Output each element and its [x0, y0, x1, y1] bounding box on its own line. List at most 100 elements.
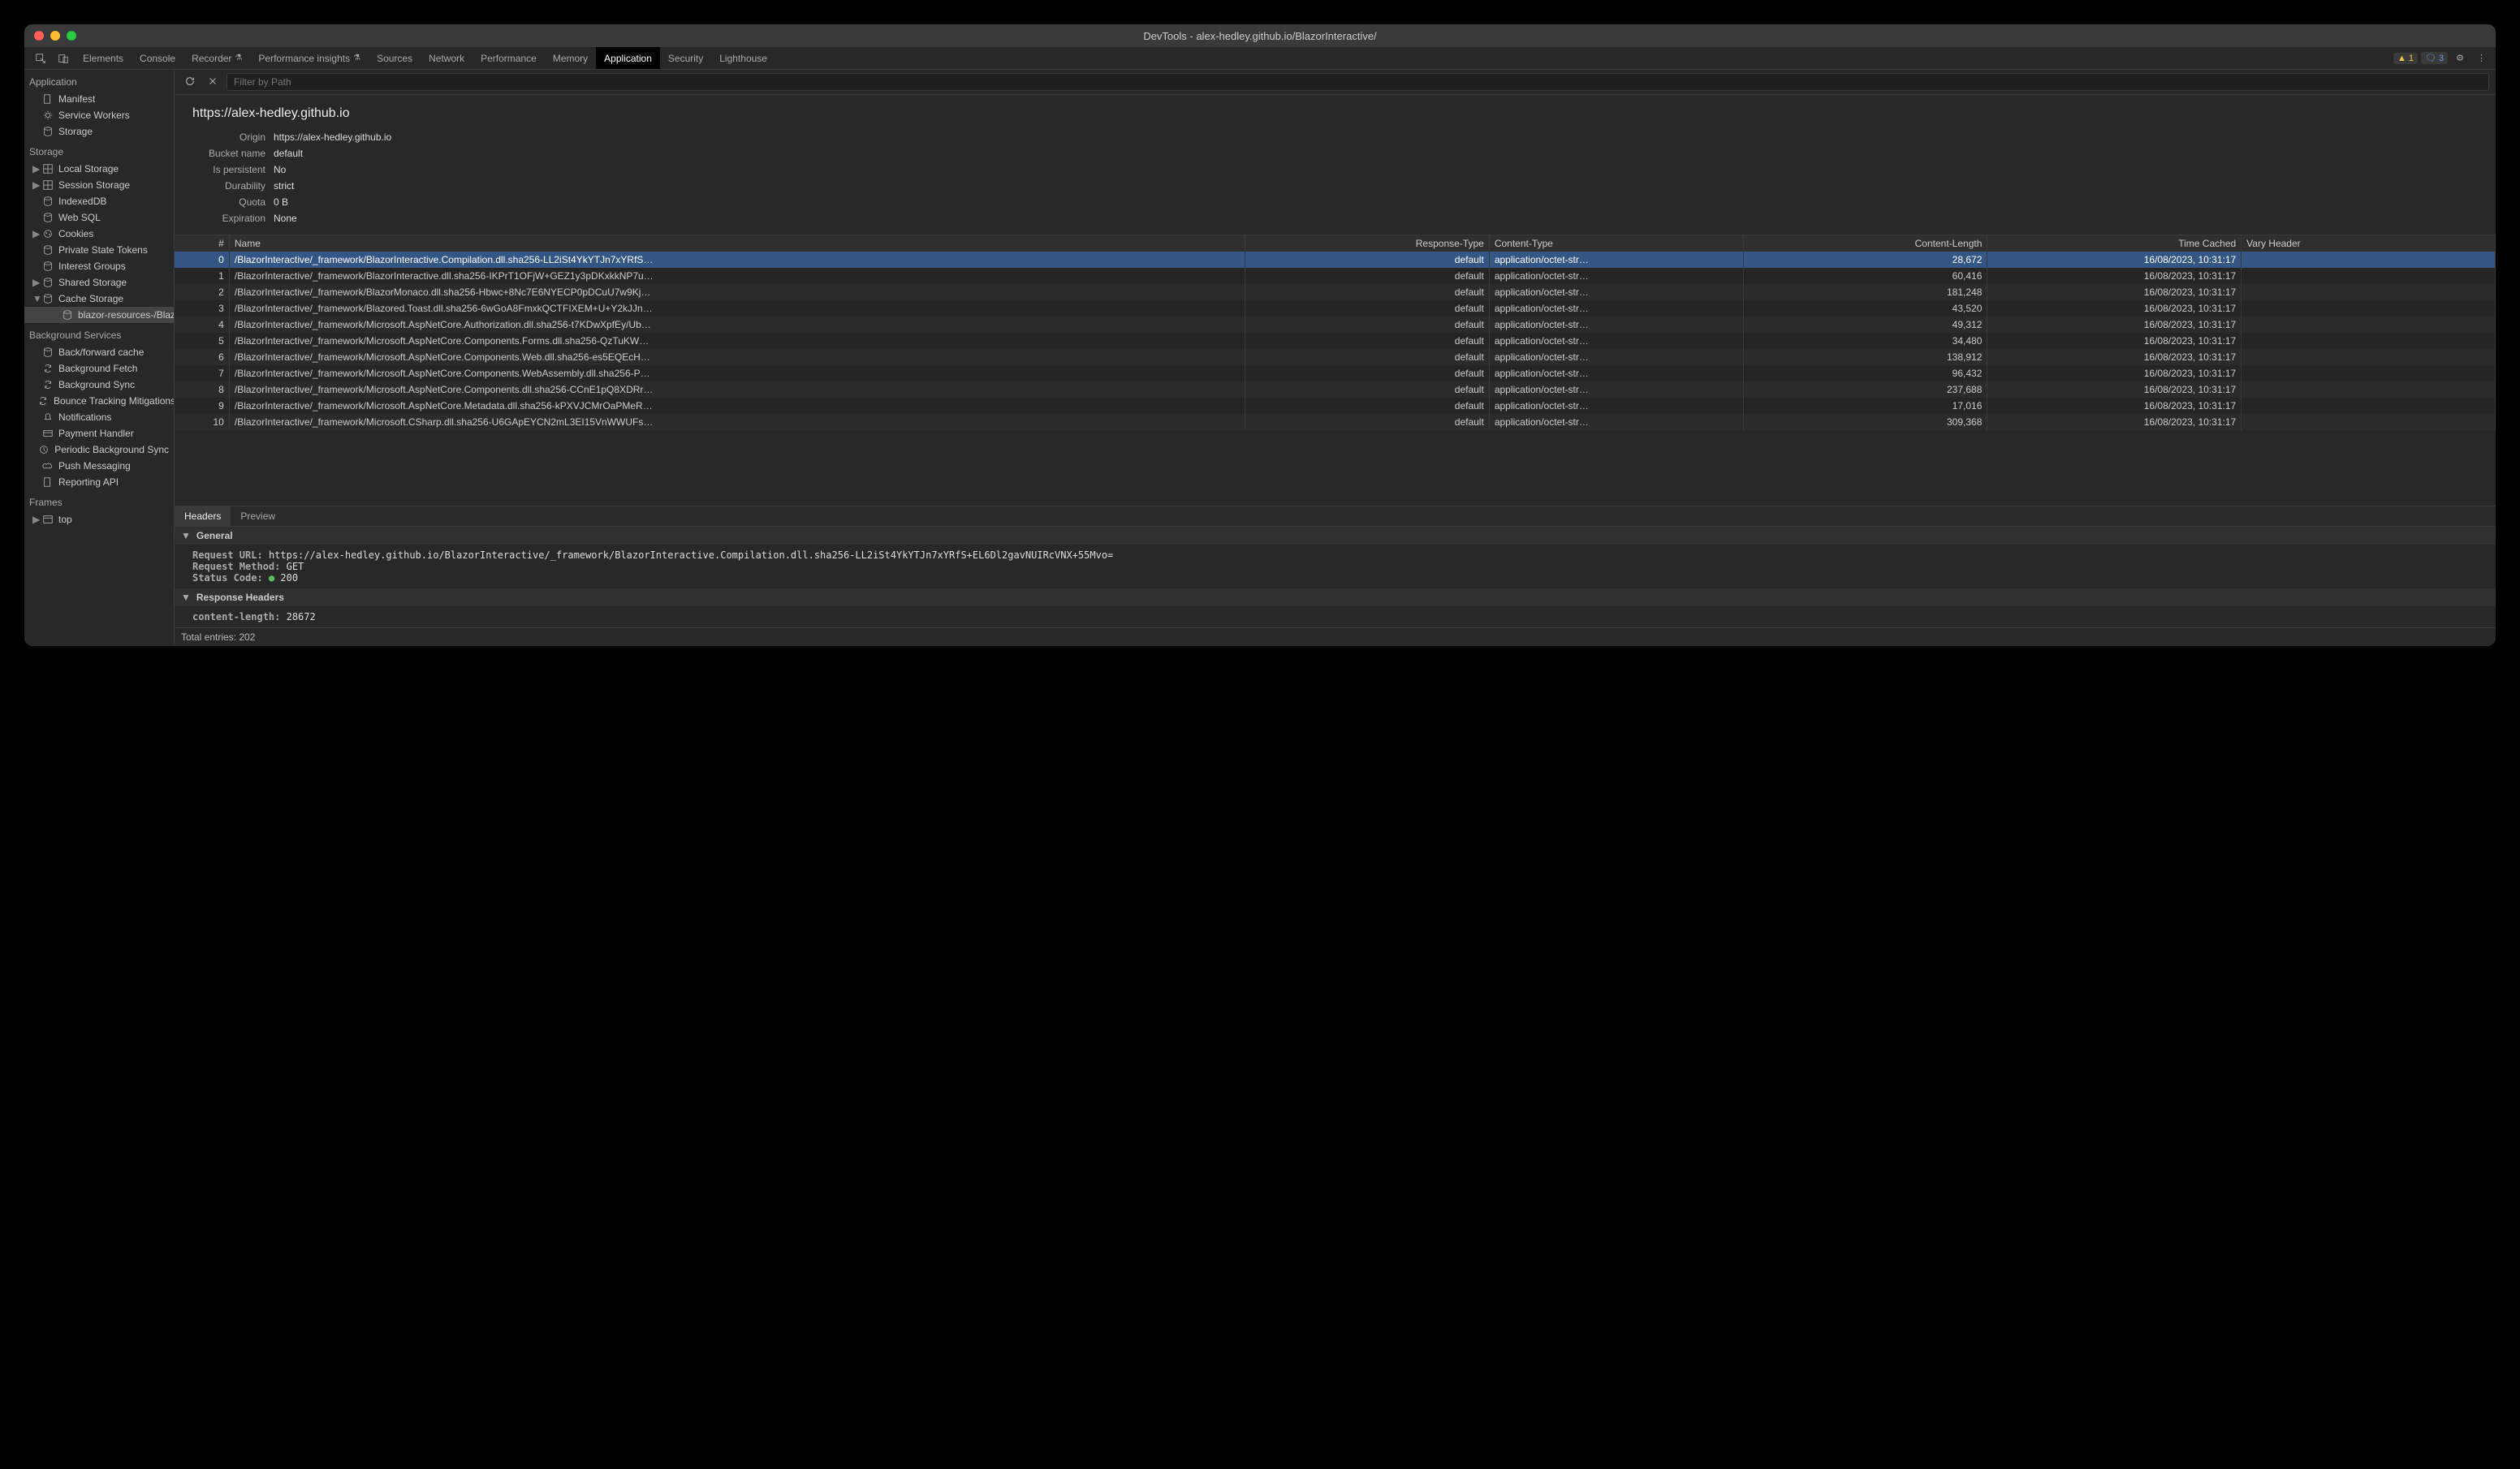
sidebar-item-label: Background Fetch	[58, 363, 137, 374]
sidebar-item-background-sync[interactable]: Background Sync	[24, 377, 174, 393]
table-cell: 16/08/2023, 10:31:17	[1987, 414, 2242, 430]
table-cell: application/octet-str…	[1489, 414, 1743, 430]
table-row[interactable]: 5/BlazorInteractive/_framework/Microsoft…	[175, 333, 2496, 349]
request-url-value: https://alex-hedley.github.io/BlazorInte…	[269, 549, 1113, 561]
table-row[interactable]: 9/BlazorInteractive/_framework/Microsoft…	[175, 398, 2496, 414]
inspect-icon[interactable]	[29, 47, 52, 69]
sidebar-item-blazor-resources-blazori[interactable]: blazor-resources-/BlazorI	[24, 307, 174, 323]
tab-performance[interactable]: Performance	[472, 47, 545, 69]
tab-application[interactable]: Application	[596, 47, 660, 69]
db-icon	[42, 293, 54, 304]
table-row[interactable]: 3/BlazorInteractive/_framework/Blazored.…	[175, 300, 2496, 317]
table-cell: 6	[175, 349, 229, 365]
sidebar-item-interest-groups[interactable]: Interest Groups	[24, 258, 174, 274]
tab-memory[interactable]: Memory	[545, 47, 596, 69]
table-row[interactable]: 7/BlazorInteractive/_framework/Microsoft…	[175, 365, 2496, 381]
subtab-preview[interactable]: Preview	[231, 506, 285, 526]
table-cell: 7	[175, 365, 229, 381]
tab-performance-insights[interactable]: Performance insights⚗	[250, 47, 369, 69]
cookie-icon	[42, 228, 54, 239]
table-row[interactable]: 1/BlazorInteractive/_framework/BlazorInt…	[175, 268, 2496, 284]
table-cell: application/octet-str…	[1489, 398, 1743, 414]
column-header[interactable]: Content-Length	[1743, 235, 1987, 252]
info-badge[interactable]: 🗨 3	[2421, 52, 2448, 64]
grid-icon	[42, 179, 54, 191]
sidebar-item-local-storage[interactable]: ▶Local Storage	[24, 161, 174, 177]
sidebar-item-reporting-api[interactable]: Reporting API	[24, 474, 174, 490]
table-cell: /BlazorInteractive/_framework/Microsoft.…	[229, 414, 1245, 430]
table-cell: 8	[175, 381, 229, 398]
sidebar-item-back-forward-cache[interactable]: Back/forward cache	[24, 344, 174, 360]
sidebar-item-label: Session Storage	[58, 179, 130, 191]
device-toggle-icon[interactable]	[52, 47, 75, 69]
db-icon	[42, 244, 54, 256]
warnings-badge[interactable]: ▲ 1	[2393, 53, 2418, 64]
table-row[interactable]: 0/BlazorInteractive/_framework/BlazorInt…	[175, 252, 2496, 268]
filter-row	[175, 70, 2496, 95]
table-cell: 16/08/2023, 10:31:17	[1987, 398, 2242, 414]
column-header[interactable]: #	[175, 235, 229, 252]
table-cell: 16/08/2023, 10:31:17	[1987, 317, 2242, 333]
column-header[interactable]: Name	[229, 235, 1245, 252]
column-header[interactable]: Time Cached	[1987, 235, 2242, 252]
sidebar-item-label: top	[58, 514, 72, 525]
table-row[interactable]: 10/BlazorInteractive/_framework/Microsof…	[175, 414, 2496, 430]
table-cell: 181,248	[1743, 284, 1987, 300]
clear-button[interactable]	[204, 74, 222, 91]
table-row[interactable]: 6/BlazorInteractive/_framework/Microsoft…	[175, 349, 2496, 365]
table-row[interactable]: 2/BlazorInteractive/_framework/BlazorMon…	[175, 284, 2496, 300]
tab-console[interactable]: Console	[132, 47, 183, 69]
sidebar-item-service-workers[interactable]: Service Workers	[24, 107, 174, 123]
sidebar-item-storage[interactable]: Storage	[24, 123, 174, 140]
response-headers-header[interactable]: ▼ Response Headers	[175, 588, 2496, 606]
sidebar-item-periodic-background-sync[interactable]: Periodic Background Sync	[24, 442, 174, 458]
origin-summary: https://alex-hedley.github.io Originhttp…	[175, 95, 2496, 235]
sidebar-item-label: Push Messaging	[58, 460, 131, 472]
origin-field-label: Quota	[192, 196, 265, 208]
db-icon	[42, 196, 54, 207]
table-cell: 5	[175, 333, 229, 349]
tab-elements[interactable]: Elements	[75, 47, 132, 69]
sidebar-item-push-messaging[interactable]: Push Messaging	[24, 458, 174, 474]
sidebar-item-cookies[interactable]: ▶Cookies	[24, 226, 174, 242]
tab-recorder[interactable]: Recorder⚗	[183, 47, 250, 69]
filter-input[interactable]	[227, 73, 2489, 91]
more-menu-icon[interactable]: ⋮	[2472, 53, 2491, 63]
sidebar-item-manifest[interactable]: Manifest	[24, 91, 174, 107]
table-cell: /BlazorInteractive/_framework/Microsoft.…	[229, 349, 1245, 365]
table-row[interactable]: 4/BlazorInteractive/_framework/Microsoft…	[175, 317, 2496, 333]
sidebar-item-web-sql[interactable]: Web SQL	[24, 209, 174, 226]
table-cell: 28,672	[1743, 252, 1987, 268]
tab-sources[interactable]: Sources	[369, 47, 421, 69]
sidebar-item-session-storage[interactable]: ▶Session Storage	[24, 177, 174, 193]
sidebar-item-payment-handler[interactable]: Payment Handler	[24, 425, 174, 442]
sidebar-item-label: Private State Tokens	[58, 244, 148, 256]
sidebar-item-shared-storage[interactable]: ▶Shared Storage	[24, 274, 174, 291]
origin-title: https://alex-hedley.github.io	[192, 106, 2489, 121]
refresh-button[interactable]	[181, 74, 199, 91]
sidebar-item-top[interactable]: ▶top	[24, 511, 174, 528]
sidebar-item-notifications[interactable]: Notifications	[24, 409, 174, 425]
column-header[interactable]: Content-Type	[1489, 235, 1743, 252]
settings-icon[interactable]: ⚙	[2451, 53, 2469, 63]
table-row[interactable]: 8/BlazorInteractive/_framework/Microsoft…	[175, 381, 2496, 398]
flask-icon: ⚗	[353, 54, 360, 62]
sidebar-item-bounce-tracking-mitigations[interactable]: Bounce Tracking Mitigations	[24, 393, 174, 409]
sidebar-item-cache-storage[interactable]: ▼Cache Storage	[24, 291, 174, 307]
tab-security[interactable]: Security	[660, 47, 711, 69]
table-cell: default	[1245, 300, 1490, 317]
general-header[interactable]: ▼ General	[175, 527, 2496, 545]
origin-field-label: Origin	[192, 131, 265, 143]
sidebar-item-label: Interest Groups	[58, 261, 126, 272]
origin-field-label: Bucket name	[192, 148, 265, 159]
cache-table-wrap[interactable]: #NameResponse-TypeContent-TypeContent-Le…	[175, 235, 2496, 506]
subtab-headers[interactable]: Headers	[175, 506, 231, 526]
column-header[interactable]: Vary Header	[2242, 235, 2496, 252]
disclosure-triangle-icon: ▶	[32, 277, 37, 288]
tab-lighthouse[interactable]: Lighthouse	[711, 47, 775, 69]
column-header[interactable]: Response-Type	[1245, 235, 1490, 252]
tab-network[interactable]: Network	[421, 47, 472, 69]
sidebar-item-background-fetch[interactable]: Background Fetch	[24, 360, 174, 377]
sidebar-item-indexeddb[interactable]: IndexedDB	[24, 193, 174, 209]
sidebar-item-private-state-tokens[interactable]: Private State Tokens	[24, 242, 174, 258]
